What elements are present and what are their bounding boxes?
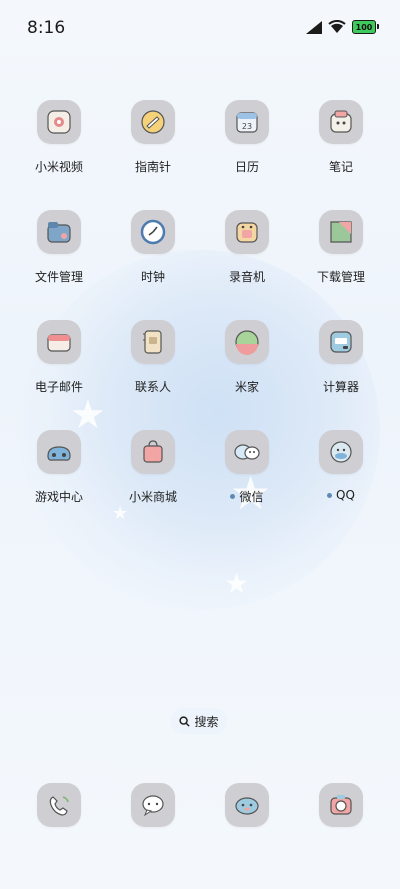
app-label-text: 时钟 xyxy=(140,270,165,284)
app-label: 指南针 xyxy=(135,158,171,175)
app-wechat[interactable]: 微信 xyxy=(200,430,294,505)
cellular-signal-icon xyxy=(306,20,322,34)
status-time: 8:16 xyxy=(27,18,66,38)
app-label-text: 游戏中心 xyxy=(34,490,83,504)
calculator-icon[interactable] xyxy=(319,320,363,364)
battery-level: 100 xyxy=(355,22,373,32)
dock-messages[interactable] xyxy=(106,783,200,827)
app-game-center[interactable]: 游戏中心 xyxy=(12,430,106,505)
app-label-text: 录音机 xyxy=(228,270,265,284)
dock-phone[interactable] xyxy=(12,783,106,827)
notes-icon[interactable] xyxy=(319,100,363,144)
app-label-text: 日历 xyxy=(234,160,259,174)
app-label-text: 计算器 xyxy=(322,380,359,394)
app-label: 笔记 xyxy=(329,158,353,175)
app-label: 计算器 xyxy=(323,378,359,395)
app-calculator[interactable]: 计算器 xyxy=(294,320,388,395)
calendar-icon[interactable]: 23 xyxy=(225,100,269,144)
wifi-icon xyxy=(328,20,346,33)
wallpaper-star: ★ xyxy=(112,503,129,524)
app-download-manager[interactable]: 下载管理 xyxy=(294,210,388,285)
dock-browser[interactable] xyxy=(200,783,294,827)
app-email[interactable]: 电子邮件 xyxy=(12,320,106,395)
mi-store-icon[interactable] xyxy=(131,430,175,474)
status-bar: 8:16 100 xyxy=(0,0,400,56)
new-indicator-dot xyxy=(230,494,236,499)
app-mi-video[interactable]: 小米视频 xyxy=(12,100,106,175)
browser-icon[interactable] xyxy=(225,783,269,827)
app-label-text: 小米视频 xyxy=(34,160,83,174)
app-label: 录音机 xyxy=(229,268,265,285)
camera-icon[interactable] xyxy=(319,783,363,827)
app-label: 文件管理 xyxy=(35,268,83,285)
app-compass[interactable]: 指南针 xyxy=(106,100,200,175)
app-label-text: QQ xyxy=(336,488,355,502)
compass-icon[interactable] xyxy=(131,100,175,144)
file-manager-icon[interactable] xyxy=(37,210,81,254)
app-label: 游戏中心 xyxy=(35,488,83,505)
app-mijia[interactable]: 米家 xyxy=(200,320,294,395)
status-icons: 100 xyxy=(306,20,379,34)
wallpaper-star: ★ xyxy=(224,567,250,600)
app-label-text: 联系人 xyxy=(134,380,171,394)
search-icon xyxy=(179,715,191,727)
app-label-text: 米家 xyxy=(234,380,259,394)
search-button[interactable]: 搜索 xyxy=(171,708,227,734)
dock-camera[interactable] xyxy=(294,783,388,827)
qq-icon[interactable] xyxy=(319,430,363,474)
app-label: 微信 xyxy=(230,488,264,505)
app-label: 日历 xyxy=(235,158,259,175)
app-qq[interactable]: QQ xyxy=(294,430,388,505)
mijia-icon[interactable] xyxy=(225,320,269,364)
app-label-text: 指南针 xyxy=(134,160,171,174)
email-icon[interactable] xyxy=(37,320,81,364)
app-label-text: 电子邮件 xyxy=(34,380,83,394)
svg-text:23: 23 xyxy=(242,122,252,131)
app-label: 米家 xyxy=(235,378,259,395)
search-label: 搜索 xyxy=(194,714,219,729)
clock-icon[interactable] xyxy=(131,210,175,254)
app-grid: 小米视频 指南针 23 日历 笔记 文件管理 时钟 录音机 下载管理 电子邮件 … xyxy=(12,100,388,505)
app-label-text: 文件管理 xyxy=(34,270,83,284)
download-icon[interactable] xyxy=(319,210,363,254)
app-contacts[interactable]: 联系人 xyxy=(106,320,200,395)
wechat-icon[interactable] xyxy=(225,430,269,474)
video-icon[interactable] xyxy=(37,100,81,144)
app-notes[interactable]: 笔记 xyxy=(294,100,388,175)
app-label-text: 小米商城 xyxy=(128,490,177,504)
app-label: 下载管理 xyxy=(317,268,365,285)
dock xyxy=(12,783,388,827)
app-label-text: 微信 xyxy=(239,490,264,504)
app-label: 小米视频 xyxy=(35,158,83,175)
app-clock[interactable]: 时钟 xyxy=(106,210,200,285)
messages-icon[interactable] xyxy=(131,783,175,827)
app-calendar[interactable]: 23 日历 xyxy=(200,100,294,175)
app-label: 时钟 xyxy=(141,268,165,285)
recorder-icon[interactable] xyxy=(225,210,269,254)
contacts-icon[interactable] xyxy=(131,320,175,364)
new-indicator-dot xyxy=(327,492,333,498)
app-label-text: 下载管理 xyxy=(316,270,365,284)
app-label-text: 笔记 xyxy=(328,160,353,174)
app-label: 联系人 xyxy=(135,378,171,395)
battery-icon: 100 xyxy=(352,20,379,34)
game-center-icon[interactable] xyxy=(37,430,81,474)
app-label: 小米商城 xyxy=(129,488,177,505)
app-label: QQ xyxy=(327,488,355,502)
phone-icon[interactable] xyxy=(37,783,81,827)
app-recorder[interactable]: 录音机 xyxy=(200,210,294,285)
app-mi-store[interactable]: 小米商城 xyxy=(106,430,200,505)
app-file-manager[interactable]: 文件管理 xyxy=(12,210,106,285)
app-label: 电子邮件 xyxy=(35,378,83,395)
